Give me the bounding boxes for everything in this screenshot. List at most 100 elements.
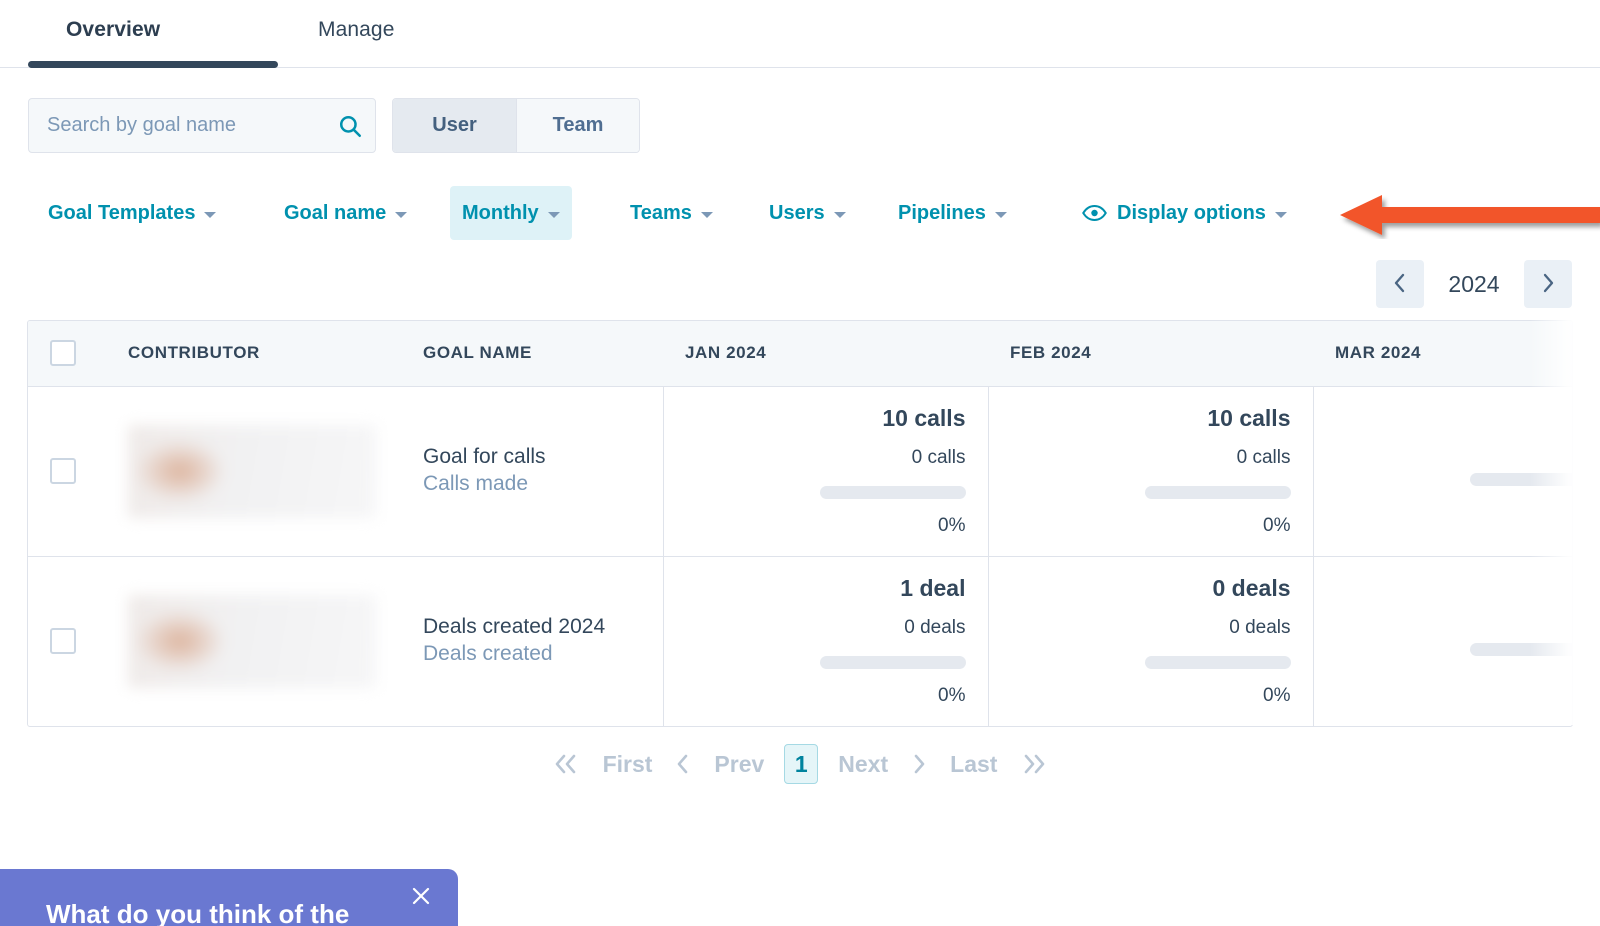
column-header-feb: FEB 2024 bbox=[988, 321, 1313, 386]
active-tab-indicator bbox=[28, 61, 278, 68]
select-all-header bbox=[28, 321, 106, 386]
chevron-right-icon bbox=[1540, 271, 1556, 298]
tab-manage[interactable]: Manage bbox=[316, 14, 397, 46]
filter-label: Display options bbox=[1117, 202, 1266, 225]
year-navigation: 2024 bbox=[1376, 260, 1572, 308]
segment-option-user[interactable]: User bbox=[393, 99, 516, 152]
last-page-icon[interactable] bbox=[1011, 751, 1057, 777]
previous-page-button[interactable]: Prev bbox=[700, 751, 778, 778]
chevron-down-icon bbox=[701, 212, 713, 218]
survey-title: What do you think of the bbox=[46, 899, 349, 926]
row-select-cell bbox=[28, 556, 106, 726]
month-cell-jan: 10 calls 0 calls 0% bbox=[663, 386, 988, 556]
table-header-row: CONTRIBUTOR GOAL NAME JAN 2024 FEB 2024 … bbox=[28, 321, 1573, 386]
goals-overview-page: Overview Manage User Team Goal Templates bbox=[0, 0, 1600, 926]
next-year-button[interactable] bbox=[1524, 260, 1572, 308]
previous-year-button[interactable] bbox=[1376, 260, 1424, 308]
goal-metric-link[interactable]: Deals created bbox=[423, 641, 641, 668]
search-icon[interactable] bbox=[324, 99, 375, 152]
tab-bar: Overview Manage bbox=[0, 0, 1600, 68]
progress-bar bbox=[820, 656, 966, 669]
progress-bar bbox=[1145, 656, 1291, 669]
chevron-down-icon bbox=[395, 212, 407, 218]
progress-bar bbox=[1145, 486, 1291, 499]
goal-actual: 0 deals bbox=[1229, 617, 1290, 639]
last-page-button[interactable]: Last bbox=[936, 751, 1011, 778]
goal-title: Deals created 2024 bbox=[423, 614, 641, 641]
eye-icon bbox=[1082, 204, 1107, 222]
goal-actual: 0 calls bbox=[1237, 447, 1291, 469]
chevron-down-icon bbox=[834, 212, 846, 218]
contributor-avatar-redacted bbox=[128, 425, 376, 518]
year-label: 2024 bbox=[1424, 271, 1524, 298]
next-page-icon[interactable] bbox=[902, 751, 936, 777]
table-row: Goal for calls Calls made 10 calls 0 cal… bbox=[28, 386, 1573, 556]
goal-target: 0 deals bbox=[1213, 575, 1291, 602]
goal-percent: 0% bbox=[938, 685, 965, 707]
toolbar-row: User Team bbox=[0, 68, 1600, 158]
row-checkbox[interactable] bbox=[50, 628, 76, 654]
filter-goal-name[interactable]: Goal name bbox=[272, 186, 419, 240]
chevron-down-icon bbox=[1275, 212, 1287, 218]
filter-label: Teams bbox=[630, 202, 692, 225]
progress-bar bbox=[1470, 473, 1573, 486]
goal-percent: 0% bbox=[938, 515, 965, 537]
goal-percent: 0% bbox=[1263, 515, 1290, 537]
filter-label: Users bbox=[769, 202, 825, 225]
filter-label: Monthly bbox=[462, 202, 539, 225]
contributor-avatar-redacted bbox=[128, 595, 376, 688]
chevron-down-icon bbox=[204, 212, 216, 218]
goal-percent: 0% bbox=[1263, 685, 1290, 707]
filter-monthly[interactable]: Monthly bbox=[450, 186, 572, 240]
filter-label: Pipelines bbox=[898, 202, 986, 225]
column-header-contributor: CONTRIBUTOR bbox=[106, 321, 401, 386]
select-all-checkbox[interactable] bbox=[50, 340, 76, 366]
goal-title: Goal for calls bbox=[423, 444, 641, 471]
chevron-down-icon bbox=[995, 212, 1007, 218]
month-cell-mar bbox=[1313, 556, 1573, 726]
first-page-icon[interactable] bbox=[543, 751, 589, 777]
pagination: First Prev 1 Next Last bbox=[0, 738, 1600, 790]
row-select-cell bbox=[28, 386, 106, 556]
filter-goal-templates[interactable]: Goal Templates bbox=[36, 186, 228, 240]
month-cell-mar bbox=[1313, 386, 1573, 556]
filter-teams[interactable]: Teams bbox=[618, 186, 725, 240]
filter-display-options[interactable]: Display options bbox=[1070, 186, 1299, 240]
filter-label: Goal Templates bbox=[48, 202, 195, 225]
filter-label: Goal name bbox=[284, 202, 386, 225]
previous-page-icon[interactable] bbox=[666, 751, 700, 777]
close-icon[interactable] bbox=[406, 881, 436, 911]
page-number-1[interactable]: 1 bbox=[784, 744, 818, 784]
column-header-jan: JAN 2024 bbox=[663, 321, 988, 386]
progress-bar bbox=[820, 486, 966, 499]
goal-target: 1 deal bbox=[900, 575, 965, 602]
goal-target: 10 calls bbox=[1207, 405, 1290, 432]
tab-overview[interactable]: Overview bbox=[64, 14, 162, 46]
segment-option-team[interactable]: Team bbox=[516, 99, 639, 152]
user-team-segmented-control[interactable]: User Team bbox=[392, 98, 640, 153]
filter-users[interactable]: Users bbox=[757, 186, 858, 240]
filter-bar: Goal Templates Goal name Monthly Teams U… bbox=[0, 186, 1600, 242]
chevron-left-icon bbox=[1392, 271, 1408, 298]
chevron-down-icon bbox=[548, 212, 560, 218]
goal-name-cell: Deals created 2024 Deals created bbox=[401, 556, 663, 726]
column-header-mar: MAR 2024 bbox=[1313, 321, 1573, 386]
table-row: Deals created 2024 Deals created 1 deal … bbox=[28, 556, 1573, 726]
next-page-button[interactable]: Next bbox=[824, 751, 902, 778]
goal-actual: 0 deals bbox=[904, 617, 965, 639]
first-page-button[interactable]: First bbox=[589, 751, 667, 778]
progress-bar bbox=[1470, 643, 1573, 656]
goal-target: 10 calls bbox=[882, 405, 965, 432]
filter-pipelines[interactable]: Pipelines bbox=[886, 186, 1019, 240]
goals-table: CONTRIBUTOR GOAL NAME JAN 2024 FEB 2024 … bbox=[27, 320, 1573, 727]
contributor-cell bbox=[106, 556, 401, 726]
search-input[interactable] bbox=[29, 99, 324, 152]
month-cell-feb: 0 deals 0 deals 0% bbox=[988, 556, 1313, 726]
contributor-cell bbox=[106, 386, 401, 556]
row-checkbox[interactable] bbox=[50, 458, 76, 484]
goal-name-cell: Goal for calls Calls made bbox=[401, 386, 663, 556]
goal-metric-link[interactable]: Calls made bbox=[423, 471, 641, 498]
goal-actual: 0 calls bbox=[912, 447, 966, 469]
month-cell-feb: 10 calls 0 calls 0% bbox=[988, 386, 1313, 556]
search-box[interactable] bbox=[28, 98, 376, 153]
